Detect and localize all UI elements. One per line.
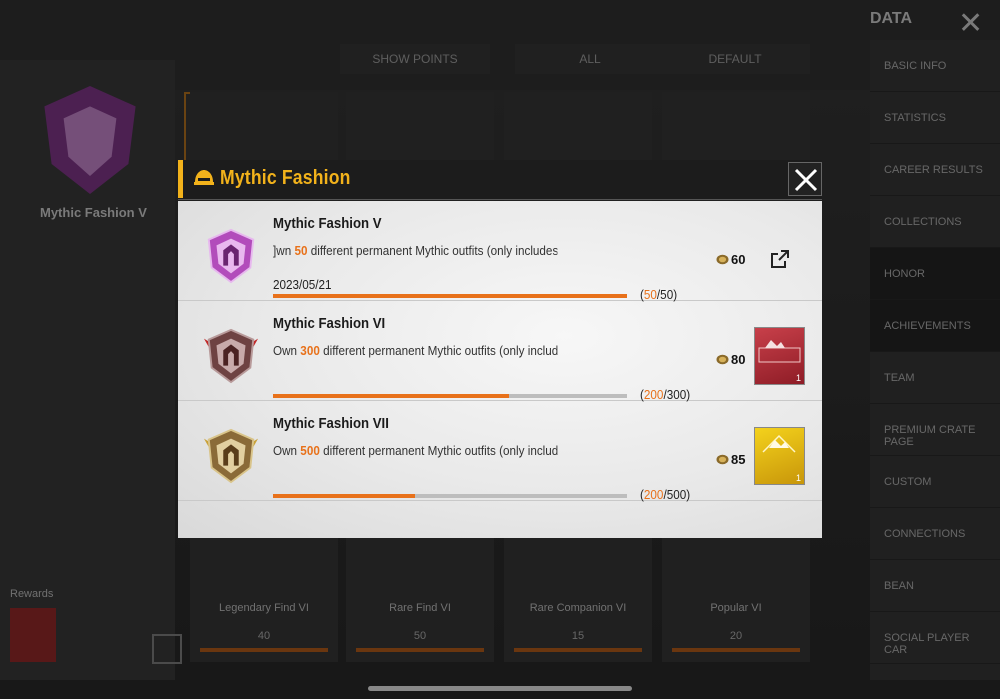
bg-card-bar [514, 648, 642, 652]
achievement-row[interactable]: Mythic Fashion VI Own 300 different perm… [178, 301, 822, 402]
bg-filter-all: ALL [515, 44, 665, 74]
modal-header: Mythic Fashion [178, 160, 822, 200]
close-button[interactable] [788, 162, 822, 196]
progress-bar [273, 494, 627, 498]
bg-filter-points: SHOW POINTS [340, 44, 490, 74]
modal-title: Mythic Fashion [220, 167, 351, 189]
close-icon [794, 168, 818, 192]
home-indicator [368, 686, 632, 691]
mythic-badge-maroon-icon [203, 328, 259, 384]
bg-icon-column [826, 60, 866, 680]
bg-card-points: 40 [257, 630, 271, 642]
achievement-modal: Mythic Fashion Mythic Fashion V ]wn 50 d… [178, 160, 822, 540]
progress-fill [273, 494, 415, 498]
bg-card-bar [200, 648, 328, 652]
bg-sidebar-item: TEAM [870, 352, 1000, 404]
achievement-name: Mythic Fashion V [273, 215, 382, 232]
achievement-points: 60 [716, 252, 745, 267]
progress-fill [273, 394, 510, 398]
achievement-description: Own 500 different permanent Mythic outfi… [273, 443, 558, 458]
bg-left-badge-name: Mythic Fashion V [40, 205, 147, 220]
completion-date: 2023/05/21 [273, 277, 332, 292]
bg-badge-icon [44, 86, 136, 194]
bg-data-title: DATA [870, 10, 913, 27]
share-icon[interactable] [770, 249, 790, 269]
bg-card-points: 15 [571, 630, 585, 642]
bg-sidebar-item: SOCIAL PLAYER CAR [870, 612, 1000, 664]
bg-sidebar-item: PREMIUM CRATE PAGE [870, 404, 1000, 456]
bg-card-title: Popular VI [710, 602, 762, 614]
bg-sidebar-item: ACHIEVEMENTS [870, 300, 1000, 352]
bg-sidebar-item: HONOR [870, 248, 1000, 300]
progress-bar [273, 294, 627, 298]
bg-filter-default: DEFAULT [660, 44, 810, 74]
achievement-description: ]wn 50 different permanent Mythic outfit… [273, 243, 558, 258]
bg-card-points: 20 [729, 630, 743, 642]
progress-fill [273, 294, 627, 298]
progress-text: (200/300) [640, 387, 691, 402]
bg-sidebar: BASIC INFO STATISTICS CAREER RESULTS COL… [870, 40, 1000, 680]
achievement-points: 80 [716, 352, 745, 367]
bg-card-title: Rare Find VI [389, 602, 451, 614]
bg-card-title: Rare Companion VI [529, 602, 627, 614]
bg-sidebar-item: STATISTICS [870, 92, 1000, 144]
bg-sidebar-item: COLLECTIONS [870, 196, 1000, 248]
mythic-badge-gold-icon [203, 428, 259, 484]
bg-card-bar [672, 648, 800, 652]
bg-card-points: 50 [413, 630, 427, 642]
bg-card-title: Legendary Find VI [219, 602, 309, 614]
bg-rewards-label: Rewards [10, 588, 54, 600]
reward-quantity: 1 [795, 473, 801, 483]
progress-text: (200/500) [640, 487, 691, 502]
bg-sidebar-item: BASIC INFO [870, 40, 1000, 92]
bg-sidebar-item: CAREER RESULTS [870, 144, 1000, 196]
modal-body: Mythic Fashion V ]wn 50 different perman… [178, 201, 822, 538]
reward-outfit-icon [762, 434, 796, 453]
bg-sidebar-item: CUSTOM [870, 456, 1000, 508]
achievement-name: Mythic Fashion VI [273, 315, 386, 332]
reward-quantity: 1 [795, 373, 801, 383]
achievement-description: Own 300 different permanent Mythic outfi… [273, 343, 558, 358]
achievement-points: 85 [716, 452, 745, 467]
achievement-row[interactable]: Mythic Fashion V ]wn 50 different perman… [178, 201, 822, 302]
reward-item[interactable]: 1 [754, 327, 805, 385]
coin-icon [716, 254, 729, 265]
reward-outfit-icon [758, 340, 801, 363]
bg-close-icon: ✕ [958, 7, 984, 40]
bg-sidebar-item: CONNECTIONS [870, 508, 1000, 560]
coin-icon [716, 354, 729, 365]
bg-reward-item [10, 608, 56, 662]
achievement-name: Mythic Fashion VII [273, 415, 389, 432]
bg-sidebar-item: BEAN [870, 560, 1000, 612]
progress-bar [273, 394, 627, 398]
coin-icon [716, 454, 729, 465]
bg-share-icon [152, 634, 182, 664]
mythic-badge-purple-icon [207, 228, 255, 284]
header-accent [178, 160, 183, 198]
reward-item[interactable]: 1 [754, 427, 805, 485]
bg-card-bar [356, 648, 484, 652]
progress-text: (50/50) [640, 287, 678, 302]
helmet-icon [194, 170, 214, 185]
achievement-row[interactable]: Mythic Fashion VII Own 500 different per… [178, 401, 822, 502]
